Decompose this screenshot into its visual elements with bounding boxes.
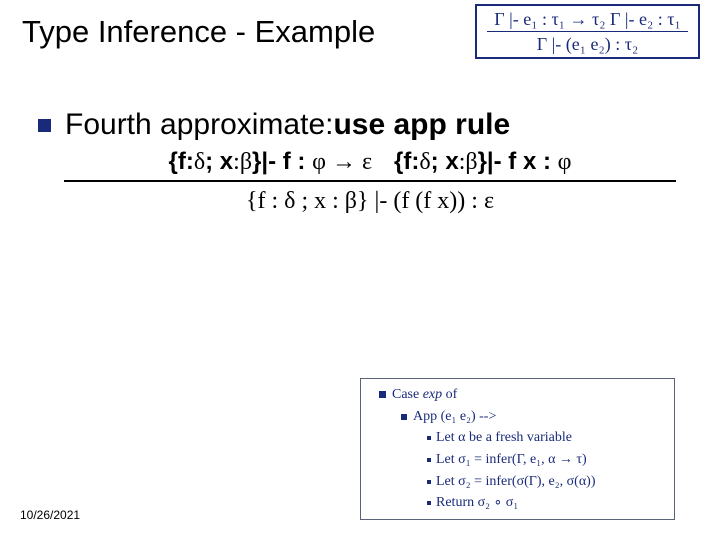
body-bullet-line: Fourth approximate: use app rule (38, 108, 510, 142)
d-arrow: → (326, 149, 362, 175)
square-bullet-icon (427, 458, 431, 462)
d-delta1: δ (194, 149, 205, 175)
square-bullet-icon (38, 119, 51, 132)
d-beta2: β (465, 149, 477, 175)
algo-line-3: Let α be a fresh variable (363, 427, 672, 449)
algo-line-1: Case exp of (363, 384, 672, 406)
algo-line-2: App (e₁ e₂) --> (363, 406, 672, 428)
app-rule-premise: Γ |- e₁ : τ₁ → τ₂ Γ |- e₂ : τ₁ (481, 7, 694, 31)
algo-l4: Let σ₁ = infer(Γ, e₁, α → τ) (436, 449, 587, 471)
d-brace2: {f: (394, 148, 419, 175)
d-turn1: }|- f : (252, 148, 312, 175)
d-x1: ; x (205, 148, 233, 175)
algo-l1b: exp (423, 387, 442, 402)
algo-l3: Let α be a fresh variable (436, 427, 572, 449)
body-bold-text: use app rule (333, 108, 510, 142)
d-colon1: : (233, 149, 240, 175)
algo-line-4: Let σ₁ = infer(Γ, e₁, α → τ) (363, 449, 672, 471)
derivation: {f:δ; x:β}|- f : φ → ε{f:δ; x:β}|- f x :… (64, 148, 676, 215)
d-phi1: φ (312, 149, 326, 175)
d-brace1: {f: (169, 148, 194, 175)
app-rule-box: Γ |- e₁ : τ₁ → τ₂ Γ |- e₂ : τ₁ Γ |- (e₁ … (475, 4, 700, 59)
square-bullet-icon (427, 480, 431, 484)
square-bullet-icon (427, 501, 431, 505)
algo-l6: Return σ₂ ∘ σ₁ (436, 492, 518, 514)
d-beta1: β (240, 149, 252, 175)
d-delta2: δ (419, 149, 430, 175)
square-bullet-icon (379, 391, 386, 398)
algo-l1a: Case (392, 387, 423, 402)
algo-l1c: of (442, 387, 457, 402)
d-turn2: }|- f x : (478, 148, 558, 175)
slide-date: 10/26/2021 (20, 508, 80, 522)
algo-line-6: Return σ₂ ∘ σ₁ (363, 492, 672, 514)
algo-l5: Let σ₂ = infer(σ(Γ), e₂, σ(α)) (436, 471, 596, 493)
derivation-conclusion: {f : δ ; x : β} |- (f (f x)) : ε (64, 180, 676, 215)
d-phi2: φ (558, 149, 572, 175)
d-x2: ; x (431, 148, 459, 175)
body-lead-text: Fourth approximate: (65, 108, 333, 142)
algo-line-5: Let σ₂ = infer(σ(Γ), e₂, σ(α)) (363, 471, 672, 493)
square-bullet-icon (401, 414, 407, 420)
algo-l2: App (e₁ e₂) --> (413, 406, 496, 428)
square-bullet-icon (427, 436, 431, 440)
derivation-premises: {f:δ; x:β}|- f : φ → ε{f:δ; x:β}|- f x :… (64, 148, 676, 180)
d-eps: ε (362, 149, 372, 175)
slide-title: Type Inference - Example (22, 14, 375, 50)
app-rule-conclusion: Γ |- (e₁ e₂) : τ₂ (487, 31, 688, 55)
algorithm-box: Case exp of App (e₁ e₂) --> Let α be a f… (360, 378, 675, 520)
